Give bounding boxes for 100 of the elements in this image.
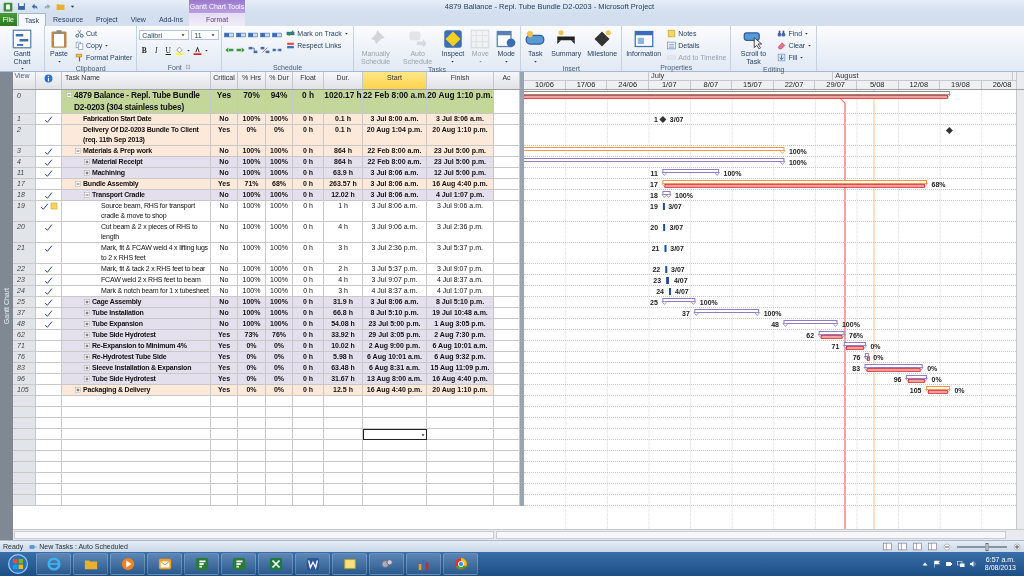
splitter-bar[interactable] [520, 473, 524, 484]
table-cell: 20 Aug 1:10 p.m. [427, 90, 494, 114]
table-cell [494, 352, 520, 363]
splitter-bar[interactable] [520, 374, 524, 385]
table-cell [494, 157, 520, 168]
splitter-bar[interactable] [520, 407, 524, 418]
row-number-cell [13, 484, 36, 495]
splitter-bar[interactable] [520, 190, 524, 201]
splitter-bar[interactable] [520, 157, 524, 168]
splitter-bar[interactable] [520, 451, 524, 462]
splitter-bar[interactable] [520, 363, 524, 374]
splitter-bar[interactable] [520, 222, 524, 243]
table-cell [427, 484, 494, 495]
splitter-bar[interactable] [520, 341, 524, 352]
details-icon [667, 41, 677, 50]
taskbar-button[interactable] [258, 553, 293, 575]
summary-bar [661, 298, 697, 305]
taskbar-button[interactable] [73, 553, 108, 575]
fill-arrow-icon [777, 53, 787, 62]
splitter-bar[interactable] [520, 72, 524, 89]
splitter-bar[interactable] [520, 114, 524, 125]
splitter-bar[interactable] [520, 168, 524, 179]
vertical-scrollbar[interactable] [1016, 90, 1024, 529]
table-cell [494, 341, 520, 352]
binoculars-icon [777, 29, 787, 38]
splitter-bar[interactable] [520, 440, 524, 451]
splitter-bar[interactable] [520, 484, 524, 495]
splitter-bar[interactable] [520, 275, 524, 286]
taskbar-button[interactable] [110, 553, 145, 575]
splitter-bar[interactable] [520, 495, 524, 506]
taskbar-button[interactable] [332, 553, 367, 575]
splitter-bar[interactable] [520, 90, 524, 114]
auto-schedule-icon [29, 542, 38, 551]
splitter-bar[interactable] [520, 179, 524, 190]
caret-icon [69, 3, 76, 10]
table-cell: 22 Feb 8:00 a.m. [363, 90, 427, 114]
scroll-to-task-icon [743, 29, 764, 49]
table-cell [494, 201, 520, 222]
table-cell [266, 418, 293, 429]
table-cell [211, 440, 238, 451]
gears-icon [379, 557, 394, 571]
table-cell [427, 396, 494, 407]
table-cell [293, 462, 324, 473]
horizontal-scrollbar[interactable] [496, 531, 1006, 539]
splitter-bar[interactable] [520, 429, 524, 440]
table-cell [36, 495, 62, 506]
splitter-bar[interactable] [520, 330, 524, 341]
taskbar-button[interactable] [369, 553, 404, 575]
table-cell [266, 407, 293, 418]
splitter-bar[interactable] [520, 243, 524, 264]
taskbar-button[interactable] [443, 553, 478, 575]
splitter-bar[interactable] [520, 319, 524, 330]
splitter-bar[interactable] [520, 385, 524, 396]
selected-cell[interactable] [363, 429, 427, 440]
zoom-slider-thumb[interactable] [985, 542, 989, 551]
table-cell [494, 440, 520, 451]
splitter-bar[interactable] [520, 201, 524, 222]
table-cell [211, 462, 238, 473]
view-button-icon [928, 542, 937, 551]
table-cell [494, 190, 520, 201]
zoom-slider[interactable] [957, 545, 1007, 548]
taskbar-button[interactable] [184, 553, 219, 575]
table-cell [211, 495, 238, 506]
splitter-bar[interactable] [520, 146, 524, 157]
up-arrow-icon [920, 560, 929, 568]
project-icon [231, 557, 246, 571]
table-cell: 70% [238, 90, 266, 114]
indent-icon [236, 45, 247, 55]
table-cell [324, 407, 363, 418]
note-icon [667, 29, 677, 38]
splitter-bar[interactable] [520, 396, 524, 407]
splitter-bar[interactable] [520, 308, 524, 319]
view-button-icon [913, 542, 922, 551]
spreadsheet-icon [268, 557, 283, 571]
splitter-bar[interactable] [520, 264, 524, 275]
taskbar-button[interactable] [221, 553, 256, 575]
globe-icon [453, 557, 468, 571]
taskbar-button[interactable] [36, 553, 71, 575]
splitter-bar[interactable] [520, 462, 524, 473]
table-cell [36, 451, 62, 462]
gantt-chart-icon [12, 29, 32, 49]
splitter-bar[interactable] [520, 352, 524, 363]
splitter-bar[interactable] [520, 286, 524, 297]
horizontal-scrollbar[interactable] [14, 531, 494, 539]
inspect-icon [442, 29, 463, 49]
splitter-bar[interactable] [520, 418, 524, 429]
splitter-bar[interactable] [520, 125, 524, 146]
splitter-bar[interactable] [520, 297, 524, 308]
column-header[interactable] [36, 72, 62, 89]
table-cell: Yes [211, 90, 238, 114]
table-cell [238, 495, 266, 506]
taskbar-button[interactable] [295, 553, 330, 575]
scissors-icon [75, 29, 84, 38]
task-name[interactable]: 4879 Balance - Repl. Tube Bundle D2-0203 (304 stainless tubes) [74, 90, 209, 113]
taskbar-button[interactable] [147, 553, 182, 575]
table-cell [427, 440, 494, 451]
column-header[interactable] [13, 72, 36, 89]
save-icon [17, 2, 26, 11]
table-cell [266, 462, 293, 473]
mark-on-track-icon [286, 29, 296, 38]
